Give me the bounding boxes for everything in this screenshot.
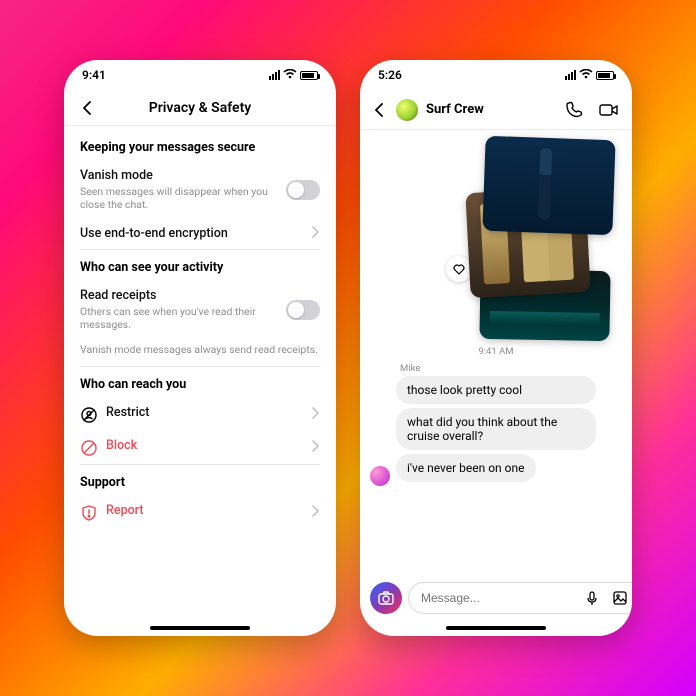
battery-icon <box>300 71 318 80</box>
chat-title[interactable]: Surf Crew <box>426 102 556 117</box>
vanish-toggle[interactable] <box>286 180 320 200</box>
row-restrict[interactable]: Restrict <box>80 398 320 431</box>
back-button[interactable] <box>76 96 100 120</box>
row-report[interactable]: Report <box>80 496 320 529</box>
home-indicator <box>150 626 250 630</box>
status-bar: 5:26 <box>360 60 632 90</box>
voice-button[interactable] <box>580 586 604 610</box>
chat-timestamp: 9:41 AM <box>370 346 622 357</box>
report-icon <box>80 504 98 522</box>
chat-body[interactable]: 9:41 AM Mike those look pretty cool what… <box>360 130 632 576</box>
photo-1[interactable] <box>482 136 615 235</box>
read-sub: Others can see when you've read their me… <box>80 305 276 331</box>
status-bar: 9:41 <box>64 60 336 90</box>
chat-header: Surf Crew <box>360 90 632 130</box>
compose-pill[interactable] <box>408 582 632 614</box>
chevron-right-icon <box>310 225 320 242</box>
nav-bar: Privacy & Safety <box>64 90 336 126</box>
signal-icon <box>269 70 280 80</box>
section-activity: Who can see your activity <box>80 260 320 275</box>
report-label: Report <box>106 503 144 518</box>
chevron-right-icon <box>310 504 320 521</box>
section-secure: Keeping your messages secure <box>80 140 320 155</box>
back-button[interactable] <box>372 102 388 118</box>
wifi-icon <box>579 68 593 82</box>
chevron-right-icon <box>310 439 320 456</box>
photo-stack[interactable] <box>434 138 614 338</box>
status-time: 5:26 <box>378 68 402 82</box>
read-label: Read receipts <box>80 288 276 303</box>
row-read-receipts[interactable]: Read receipts Others can see when you've… <box>80 281 320 338</box>
row-block[interactable]: Block <box>80 431 320 465</box>
status-indicators <box>565 68 614 82</box>
section-reach: Who can reach you <box>80 377 320 392</box>
settings-content: Keeping your messages secure Vanish mode… <box>64 126 336 636</box>
vanish-label: Vanish mode <box>80 168 276 183</box>
section-support: Support <box>80 475 320 490</box>
read-toggle[interactable] <box>286 300 320 320</box>
phone-privacy: 9:41 Privacy & Safety Keeping your messa… <box>64 60 336 636</box>
video-call-button[interactable] <box>598 100 620 120</box>
sender-avatar[interactable] <box>370 466 390 486</box>
restrict-icon <box>80 406 98 424</box>
page-title: Privacy & Safety <box>149 100 251 116</box>
row-vanish-mode[interactable]: Vanish mode Seen messages will disappear… <box>80 161 320 218</box>
message-input[interactable] <box>421 591 576 605</box>
block-icon <box>80 439 98 457</box>
audio-call-button[interactable] <box>564 100 584 120</box>
status-time: 9:41 <box>82 68 106 82</box>
row-e2e[interactable]: Use end-to-end encryption <box>80 218 320 250</box>
signal-icon <box>565 70 576 80</box>
camera-button[interactable] <box>370 582 402 614</box>
restrict-label: Restrict <box>106 405 149 420</box>
chevron-right-icon <box>310 406 320 423</box>
sender-name: Mike <box>400 363 622 374</box>
gallery-button[interactable] <box>608 586 632 610</box>
message-bubble[interactable]: those look pretty cool <box>396 376 596 404</box>
message-bubble[interactable]: what did you think about the cruise over… <box>396 408 596 450</box>
message-bubble[interactable]: i've never been on one <box>396 454 536 482</box>
home-indicator <box>446 626 546 630</box>
read-note: Vanish mode messages always send read re… <box>80 339 320 367</box>
e2e-label: Use end-to-end encryption <box>80 226 228 241</box>
battery-icon <box>596 71 614 80</box>
chat-avatar[interactable] <box>396 99 418 121</box>
gradient-stage: 9:41 Privacy & Safety Keeping your messa… <box>0 0 696 696</box>
phone-chat: 5:26 Surf Crew <box>360 60 632 636</box>
status-indicators <box>269 68 318 82</box>
vanish-sub: Seen messages will disappear when you cl… <box>80 185 276 211</box>
block-label: Block <box>106 438 137 453</box>
wifi-icon <box>283 68 297 82</box>
